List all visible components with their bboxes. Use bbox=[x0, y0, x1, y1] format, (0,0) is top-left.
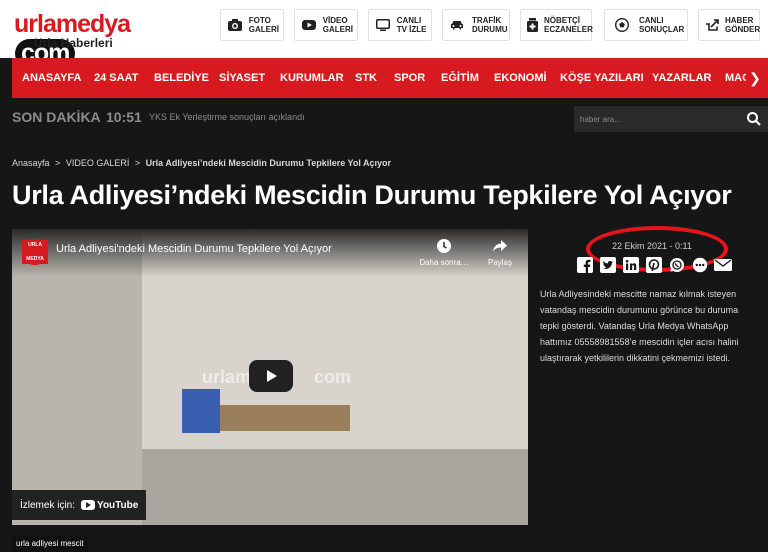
youtube-play-icon bbox=[81, 500, 96, 510]
soccer-ball-icon bbox=[611, 14, 633, 36]
watch-later-button[interactable]: Daha sonra… bbox=[416, 237, 472, 267]
nav-stk[interactable]: STK bbox=[355, 58, 377, 98]
nav-ekonomi[interactable]: EKONOMİ bbox=[494, 58, 547, 98]
live-scores-button[interactable]: CANLI SONUÇLAR bbox=[604, 9, 688, 41]
breaking-news-bar: SON DAKİKA 10:51 YKS Ek Yerleştirme sonu… bbox=[12, 100, 768, 136]
video-frame-floor bbox=[142, 449, 528, 525]
nav-spor[interactable]: SPOR bbox=[394, 58, 425, 98]
breadcrumb: Anasayfa > VIDEO GALERİ > Urla Adliyesi’… bbox=[12, 158, 392, 168]
nav-kose-yazilari[interactable]: KÖŞE YAZILARI bbox=[560, 58, 644, 98]
search-input[interactable] bbox=[580, 110, 730, 128]
nav-egitim[interactable]: EĞİTİM bbox=[441, 58, 479, 98]
whatsapp-icon[interactable] bbox=[668, 256, 686, 274]
nav-next-arrow-icon[interactable]: ❯ bbox=[746, 58, 764, 98]
logo-subtitle: Urla Haberleri bbox=[34, 36, 113, 50]
watch-on-youtube-button[interactable]: İzlemek için: YouTube bbox=[12, 490, 147, 520]
video-frame-mat bbox=[220, 405, 350, 431]
video-title[interactable]: Urla Adliyesi'ndeki Mescidin Durumu Tepk… bbox=[56, 243, 332, 255]
search-box bbox=[574, 106, 768, 132]
camera-icon bbox=[227, 14, 243, 36]
channel-avatar[interactable]: URLA MEDYA bbox=[22, 239, 48, 265]
car-icon bbox=[449, 14, 466, 36]
article-description: Urla Adliyesindeki mescitte namaz kılmak… bbox=[540, 289, 739, 363]
video-gallery-button[interactable]: VİDEO GALERİ bbox=[294, 9, 358, 41]
nav-siyaset[interactable]: SİYASET bbox=[219, 58, 265, 98]
breaking-headline[interactable]: YKS Ek Yerleştirme sonuçları açıklandı bbox=[149, 112, 305, 122]
twitter-icon[interactable] bbox=[599, 256, 617, 274]
traffic-button[interactable]: TRAFİK DURUMU bbox=[442, 9, 510, 41]
breadcrumb-home[interactable]: Anasayfa bbox=[12, 158, 50, 168]
pinterest-icon[interactable] bbox=[645, 256, 663, 274]
tv-icon bbox=[375, 14, 391, 36]
more-icon[interactable] bbox=[691, 256, 709, 274]
share-arrow-icon bbox=[472, 237, 528, 255]
youtube-icon bbox=[301, 14, 317, 36]
nav-24-saat[interactable]: 24 SAAT bbox=[94, 58, 138, 98]
send-icon bbox=[705, 14, 719, 36]
send-news-button[interactable]: HABER GÖNDER bbox=[698, 9, 760, 41]
site-logo[interactable]: urlamedyacom Urla Haberleri bbox=[14, 8, 174, 68]
nav-yazarlar[interactable]: YAZARLAR bbox=[652, 58, 712, 98]
live-tv-button[interactable]: CANLI TV İZLE bbox=[368, 9, 432, 41]
share-video-button[interactable]: Paylaş bbox=[472, 237, 528, 267]
breadcrumb-section[interactable]: VIDEO GALERİ bbox=[66, 158, 130, 168]
breadcrumb-current: Urla Adliyesi’ndeki Mescidin Durumu Tepk… bbox=[145, 158, 392, 168]
breaking-label: SON DAKİKA bbox=[12, 109, 101, 125]
facebook-icon[interactable] bbox=[576, 256, 594, 274]
breaking-time: 10:51 bbox=[106, 109, 142, 125]
site-header: urlamedyacom Urla Haberleri FOTO GALERİ V… bbox=[0, 0, 768, 68]
share-icons bbox=[576, 256, 737, 274]
article-title: Urla Adliyesi’ndeki Mescidin Durumu Tepk… bbox=[12, 180, 732, 210]
photo-gallery-button[interactable]: FOTO GALERİ bbox=[220, 9, 284, 41]
play-icon bbox=[267, 370, 277, 382]
youtube-logo: YouTube bbox=[81, 500, 138, 511]
video-frame-box bbox=[182, 389, 220, 433]
tag-chip[interactable]: urla adliyesi mescit bbox=[12, 536, 88, 552]
search-icon[interactable] bbox=[746, 111, 762, 127]
nav-anasayfa[interactable]: ANASAYFA bbox=[22, 58, 82, 98]
pharmacies-button[interactable]: NÖBETÇİ ECZANELER bbox=[520, 9, 593, 41]
nav-kurumlar[interactable]: KURUMLAR bbox=[280, 58, 344, 98]
email-icon[interactable] bbox=[714, 256, 732, 274]
video-player[interactable]: URLA MEDYA Urla Adliyesi'ndeki Mescidin D… bbox=[12, 229, 528, 525]
linkedin-icon[interactable] bbox=[622, 256, 640, 274]
nav-belediye[interactable]: BELEDİYE bbox=[154, 58, 209, 98]
clock-icon bbox=[416, 237, 472, 255]
pharmacy-icon bbox=[527, 14, 538, 36]
main-navigation: ANASAYFA 24 SAAT BELEDİYE SİYASET KURUML… bbox=[12, 58, 768, 98]
play-button[interactable] bbox=[249, 360, 293, 392]
